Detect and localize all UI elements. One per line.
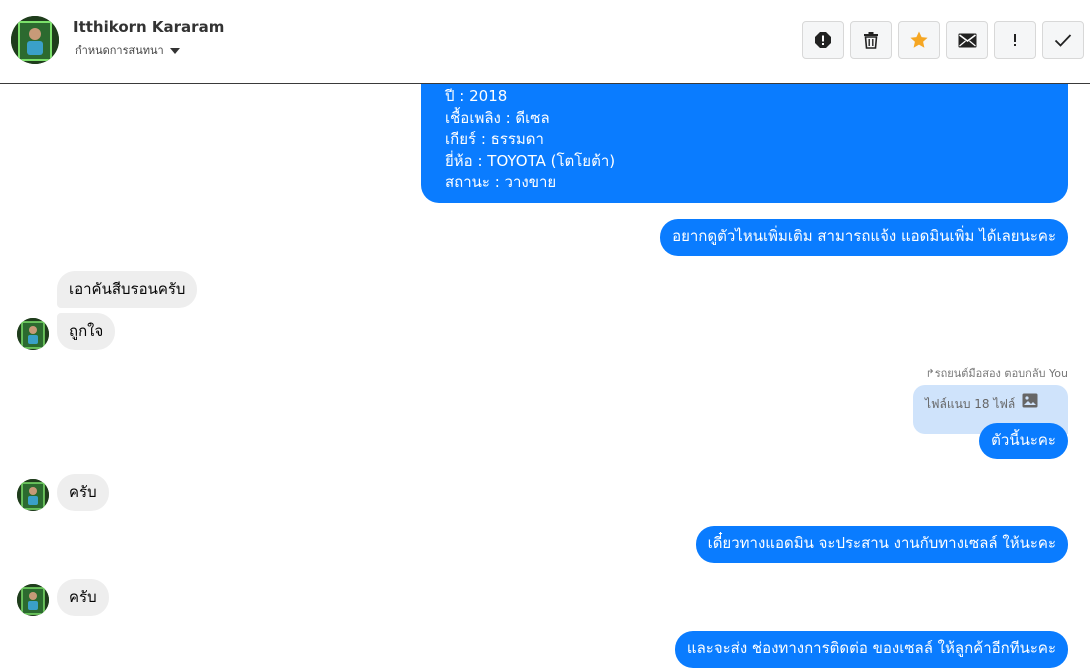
- attachment-count: ไฟล์แนบ 18 ไฟล์: [925, 397, 1016, 411]
- report-button[interactable]: [802, 21, 844, 59]
- conversation-header: Itthikorn Kararam กำหนดการสนทนา: [0, 0, 1090, 84]
- card-line-brand: ยี่ห้อ : TOYOTA (โตโยต้า): [445, 151, 616, 170]
- report-icon: [815, 32, 831, 48]
- contact-avatar[interactable]: [11, 16, 59, 64]
- message-bubble-outgoing[interactable]: และจะส่ง ช่องทางการติดต่อ ของเซลล์ ให้ลู…: [674, 631, 1068, 668]
- card-line-gear: เกียร์ : ธรรมดา: [445, 130, 544, 148]
- conversation-toolbar: [802, 21, 1084, 59]
- check-icon: [1054, 34, 1072, 47]
- image-icon: [1022, 393, 1038, 408]
- message-bubble-incoming[interactable]: ครับ: [57, 474, 109, 511]
- message-bubble-outgoing[interactable]: ตัวนี้นะคะ: [979, 423, 1068, 459]
- message-bubble-incoming[interactable]: ครับ: [57, 579, 109, 616]
- conversation-settings-label: กำหนดการสนทนา: [75, 44, 164, 57]
- card-line-status: สถานะ : วางขาย: [445, 173, 557, 191]
- trash-icon: [864, 32, 878, 49]
- mark-done-button[interactable]: [1042, 21, 1084, 59]
- contact-name[interactable]: Itthikorn Kararam: [73, 18, 224, 36]
- follow-up-button[interactable]: [994, 21, 1036, 59]
- message-bubble-outgoing[interactable]: อยากดูตัวไหนเพิ่มเติม สามารถแจ้ง แอดมินเ…: [660, 219, 1068, 256]
- message-bubble-incoming[interactable]: ถูกใจ: [57, 313, 116, 350]
- reply-arrow-icon: ↱: [925, 367, 935, 380]
- star-icon: [910, 31, 928, 48]
- message-bubble-outgoing[interactable]: เดี๋ยวทางแอดมิน จะประสาน งานกับทางเซลล์ …: [695, 526, 1068, 563]
- listing-card-message[interactable]: ปี : 2018 เชื้อเพลิง : ดีเซล เกียร์ : ธร…: [421, 70, 1068, 203]
- card-line-fuel: เชื้อเพลิง : ดีเซล: [445, 108, 550, 127]
- card-line-year: ปี : 2018: [445, 87, 508, 105]
- mail-icon: [958, 33, 976, 47]
- delete-button[interactable]: [850, 21, 892, 59]
- exclamation-icon: [1014, 34, 1016, 46]
- reply-label: รถยนต์มือสอง ตอบกลับ You: [934, 367, 1068, 380]
- sender-avatar: [17, 318, 49, 350]
- sender-avatar: [17, 584, 49, 616]
- star-button[interactable]: [898, 21, 940, 59]
- sender-avatar: [17, 479, 49, 511]
- caret-down-icon: [169, 48, 180, 54]
- mark-unread-button[interactable]: [946, 21, 988, 59]
- message-bubble-incoming[interactable]: เอาคันสีบรอนครับ: [57, 271, 198, 308]
- reply-indicator: ↱รถยนต์มือสอง ตอบกลับ You: [925, 364, 1068, 382]
- conversation-settings-dropdown[interactable]: กำหนดการสนทนา: [75, 41, 180, 59]
